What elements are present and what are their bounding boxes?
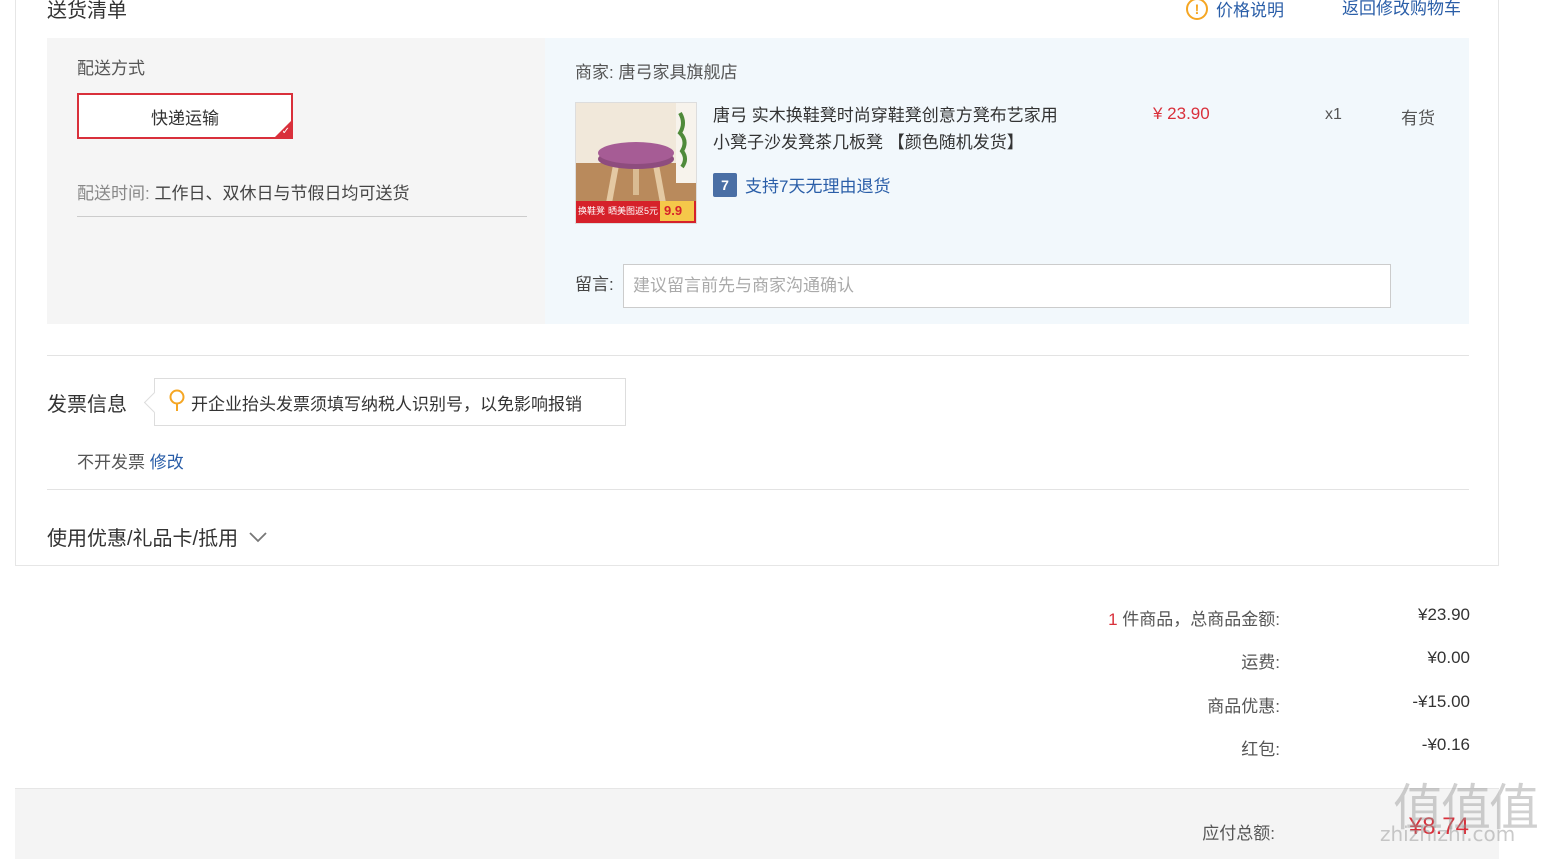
message-input[interactable] [623,264,1391,308]
product-thumbnail[interactable]: 换鞋凳 晒美图返5元 9.9 [575,102,697,224]
product-price: ¥ 23.90 [1153,104,1210,123]
shipping-time: 配送时间: 工作日、双休日与节假日均可送货 [77,179,527,217]
items-label-text: 件商品，总商品金额: [1122,610,1280,629]
summary-items-total: ¥23.90 [1418,605,1470,624]
product-name[interactable]: 唐弓 实木换鞋凳时尚穿鞋凳创意方凳布艺家用小凳子沙发凳茶几板凳 【颜色随机发货】 [713,102,1073,156]
summary-shipping-row: 运费: ¥0.00 [900,648,1470,672]
merchant-name[interactable]: 唐弓家具旗舰店 [618,63,737,82]
summary-items-row: 1 件商品，总商品金额: ¥23.90 [900,605,1470,629]
warning-icon: ! [1186,0,1208,20]
shipping-method-option[interactable]: 快递运输 ✓ [77,93,293,139]
product-stock: 有货 [1401,109,1435,128]
chevron-down-icon [249,531,267,542]
item-count: 1 [1108,610,1118,629]
payable-bar: 应付总额: ¥8.74 [15,788,1499,859]
coupon-toggle[interactable]: 使用优惠/礼品卡/抵用 [47,522,268,551]
invoice-title: 发票信息 [47,394,127,416]
summary-redpacket-row: 红包: -¥0.16 [900,735,1470,759]
product-quantity: x1 [1325,106,1342,123]
merchant: 商家: 唐弓家具旗舰店 [575,58,737,83]
summary-shipping-value: ¥0.00 [1427,648,1470,667]
return-badge-number: 7 [721,176,729,193]
watermark-site: zhizhizhi.com [1380,822,1516,846]
invoice-tip: 开企业抬头发票须填写纳税人识别号，以免影响报销 [154,378,626,426]
invoice-tip-text: 开企业抬头发票须填写纳税人识别号，以免影响报销 [191,394,582,414]
return-policy: 7 支持7天无理由退货 [713,172,890,197]
thumb-banner-price: 9.9 [664,203,683,218]
summary-redpacket-value: -¥0.16 [1421,735,1470,754]
summary-items-label: 1 件商品，总商品金额: [1108,605,1280,630]
order-card: 送货清单 ! 价格说明 返回修改购物车 配送方式 快递运输 ✓ 配送时间: 工作… [15,0,1499,566]
lightbulb-icon [169,389,185,411]
invoice-status: 不开发票 修改 [77,448,184,473]
section-title: 送货清单 [47,0,127,22]
invoice-status-text: 不开发票 [77,453,145,472]
shipping-time-value: 工作日、双休日与节假日均可送货 [154,184,410,203]
product-column: 商家: 唐弓家具旗舰店 换鞋凳 晒美图返5元 9.9 唐弓 实木换鞋凳时尚穿鞋凳… [545,38,1469,324]
price-note-label: 价格说明 [1216,1,1284,20]
shipping-method-column: 配送方式 快递运输 ✓ 配送时间: 工作日、双休日与节假日均可送货 [47,38,545,324]
check-icon: ✓ [281,126,290,137]
summary-discount-row: 商品优惠: -¥15.00 [900,692,1470,716]
summary-redpacket-label: 红包: [1241,740,1280,759]
summary-shipping-label: 运费: [1241,653,1280,672]
coupon-label: 使用优惠/礼品卡/抵用 [47,528,239,550]
summary-discount-value: -¥15.00 [1412,692,1470,711]
back-to-cart-link[interactable]: 返回修改购物车 [1342,0,1461,19]
invoice-edit-link[interactable]: 修改 [150,453,184,472]
divider [47,489,1469,490]
payable-label: 应付总额: [1202,824,1275,843]
seven-day-return-icon: 7 [713,172,737,197]
thumb-banner-mid: 晒美图返5元 [608,206,659,216]
summary-discount-label: 商品优惠: [1207,697,1280,716]
merchant-label: 商家: [575,63,614,82]
thumb-banner-left: 换鞋凳 [578,206,606,216]
shipping-method-value: 快递运输 [151,108,219,128]
divider [47,355,1469,356]
message-label: 留言: [575,275,614,294]
shipping-time-label: 配送时间: [77,184,150,203]
shipping-panel: 配送方式 快递运输 ✓ 配送时间: 工作日、双休日与节假日均可送货 商家: 唐弓… [47,38,1469,324]
shipping-method-label: 配送方式 [77,59,145,78]
return-policy-text: 支持7天无理由退货 [745,177,891,196]
price-note-link[interactable]: ! 价格说明 [1186,0,1284,21]
